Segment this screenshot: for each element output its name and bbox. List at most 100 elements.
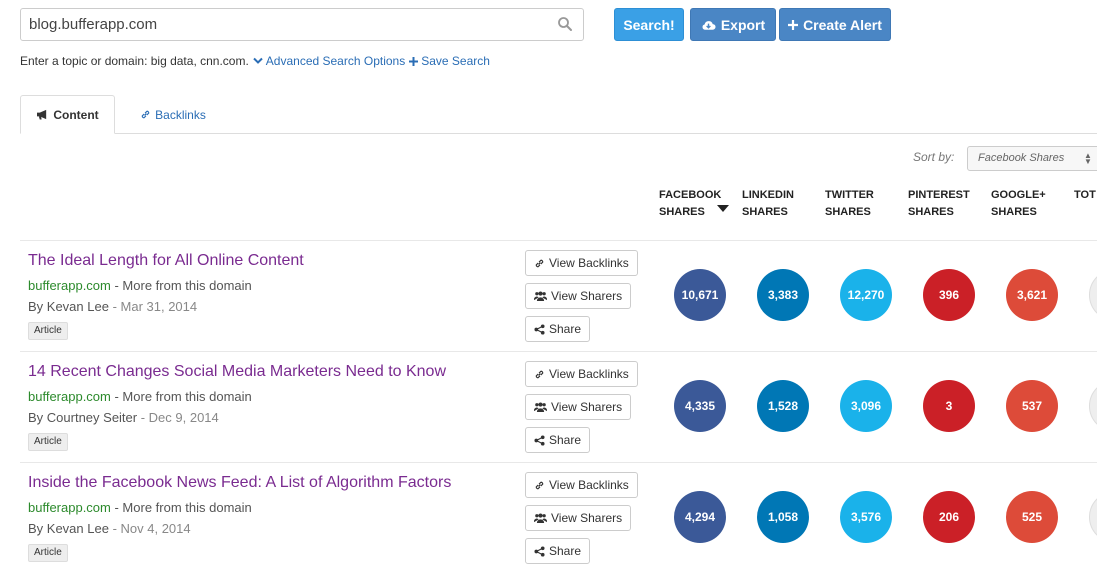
row-divider — [20, 462, 1097, 463]
create-alert-button[interactable]: Create Alert — [779, 8, 891, 41]
author-name[interactable]: By Kevan Lee — [28, 521, 109, 536]
users-icon — [534, 291, 547, 301]
view-backlinks-label: View Backlinks — [549, 478, 629, 492]
column-header-line1: GOOGLE+ — [991, 189, 1046, 201]
export-button-label: Export — [720, 16, 766, 33]
tab-backlinks-label: Backlinks — [155, 107, 206, 122]
column-header-line2: SHARES — [825, 206, 871, 218]
pinterest-shares-count: 396 — [923, 269, 975, 321]
search-button-label: Search! — [623, 16, 675, 33]
sort-select-value: Facebook Shares — [978, 152, 1065, 164]
share-icon — [534, 323, 545, 335]
column-header-google[interactable]: GOOGLE+ SHARES — [991, 187, 1046, 221]
view-backlinks-button[interactable]: View Backlinks — [525, 361, 638, 387]
article-domain: bufferapp.com - More from this domain — [28, 278, 252, 293]
chevron-down-icon — [253, 57, 263, 64]
column-header-pinterest[interactable]: PINTEREST SHARES — [908, 187, 970, 221]
sort-desc-icon — [717, 205, 729, 212]
more-from-domain-link[interactable]: - More from this domain — [111, 278, 251, 293]
row-divider — [20, 351, 1097, 352]
result-tabs: Content Backlinks — [20, 95, 1097, 134]
column-header-line2: SHARES — [991, 206, 1037, 218]
view-backlinks-button[interactable]: View Backlinks — [525, 250, 638, 276]
column-header-line1: FACEBOOK — [659, 189, 722, 201]
view-backlinks-button[interactable]: View Backlinks — [525, 472, 638, 498]
view-sharers-button[interactable]: View Sharers — [525, 394, 632, 420]
article-author: By Courtney Seiter - Dec 9, 2014 — [28, 410, 219, 425]
column-header-line2: SHARES — [659, 206, 705, 218]
more-from-domain-link[interactable]: - More from this domain — [111, 389, 251, 404]
row-divider — [20, 240, 1097, 241]
share-label: Share — [549, 544, 582, 558]
linkedin-shares-count: 1,528 — [757, 380, 809, 432]
sort-by-label: Sort by: — [913, 150, 955, 164]
article-title-link[interactable]: 14 Recent Changes Social Media Marketers… — [28, 363, 446, 381]
facebook-shares-count: 4,294 — [674, 491, 726, 543]
domain-link[interactable]: bufferapp.com — [28, 278, 111, 293]
view-sharers-label: View Sharers — [551, 511, 623, 525]
total-shares-count — [1089, 491, 1097, 543]
plus-icon — [409, 56, 419, 66]
share-button[interactable]: Share — [525, 538, 591, 564]
search-input-value: blog.bufferapp.com — [29, 16, 158, 33]
total-shares-count — [1089, 269, 1097, 321]
users-icon — [534, 513, 547, 523]
search-hint: Enter a topic or domain: big data, cnn.c… — [20, 54, 490, 68]
view-sharers-button[interactable]: View Sharers — [525, 283, 632, 309]
linkedin-shares-count: 3,383 — [757, 269, 809, 321]
plus-icon — [788, 19, 799, 30]
tab-content[interactable]: Content — [20, 95, 115, 134]
view-backlinks-label: View Backlinks — [549, 367, 629, 381]
column-header-line2: SHARES — [908, 206, 954, 218]
share-button[interactable]: Share — [525, 427, 591, 453]
column-header-twitter[interactable]: TWITTER SHARES — [825, 187, 874, 221]
google-shares-count: 537 — [1006, 380, 1058, 432]
column-header-facebook[interactable]: FACEBOOK SHARES — [659, 187, 721, 221]
domain-link[interactable]: bufferapp.com — [28, 500, 111, 515]
article-author: By Kevan Lee - Nov 4, 2014 — [28, 521, 191, 536]
search-input[interactable]: blog.bufferapp.com — [20, 8, 584, 41]
advanced-search-link[interactable]: Advanced Search Options — [253, 54, 405, 68]
google-shares-count: 3,621 — [1006, 269, 1058, 321]
total-shares-count — [1089, 380, 1097, 432]
search-button[interactable]: Search! — [614, 8, 684, 41]
article-title-link[interactable]: Inside the Facebook News Feed: A List of… — [28, 474, 451, 492]
pinterest-shares-count: 206 — [923, 491, 975, 543]
twitter-shares-count: 12,270 — [840, 269, 892, 321]
link-icon — [535, 259, 544, 267]
users-icon — [534, 402, 547, 412]
share-button[interactable]: Share — [525, 316, 591, 342]
twitter-shares-count: 3,576 — [840, 491, 892, 543]
view-backlinks-label: View Backlinks — [549, 256, 629, 270]
export-button[interactable]: Export — [690, 8, 776, 41]
share-icon — [534, 545, 545, 557]
view-sharers-button[interactable]: View Sharers — [525, 505, 632, 531]
article-title-link[interactable]: The Ideal Length for All Online Content — [28, 252, 304, 270]
column-header-linkedin[interactable]: LINKEDIN SHARES — [742, 187, 794, 221]
save-search-label: Save Search — [421, 54, 490, 68]
article-type-badge: Article — [28, 433, 68, 451]
article-date: - Nov 4, 2014 — [108, 521, 191, 536]
column-header-line1: TWITTER — [825, 189, 874, 201]
cloud-download-icon — [702, 20, 716, 30]
save-search-link[interactable]: Save Search — [409, 54, 490, 68]
view-sharers-label: View Sharers — [551, 400, 623, 414]
tab-content-label: Content — [53, 107, 99, 122]
more-from-domain-link[interactable]: - More from this domain — [111, 500, 251, 515]
column-header-total[interactable]: TOT — [1074, 187, 1096, 204]
article-type-badge: Article — [28, 544, 68, 562]
author-name[interactable]: By Courtney Seiter — [28, 410, 137, 425]
link-icon — [535, 370, 544, 378]
megaphone-icon — [37, 109, 47, 120]
pinterest-shares-count: 3 — [923, 380, 975, 432]
author-name[interactable]: By Kevan Lee — [28, 299, 109, 314]
column-header-line1: PINTEREST — [908, 189, 970, 201]
article-date: - Dec 9, 2014 — [137, 410, 219, 425]
share-label: Share — [549, 433, 582, 447]
column-header-line1: LINKEDIN — [742, 189, 794, 201]
facebook-shares-count: 4,335 — [674, 380, 726, 432]
facebook-shares-count: 10,671 — [674, 269, 726, 321]
sort-select[interactable]: Facebook Shares ▲ ▼ — [967, 146, 1097, 171]
tab-backlinks[interactable]: Backlinks — [133, 95, 213, 134]
domain-link[interactable]: bufferapp.com — [28, 389, 111, 404]
